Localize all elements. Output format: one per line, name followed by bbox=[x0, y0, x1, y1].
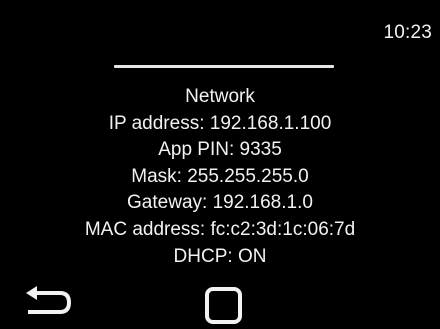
back-button[interactable] bbox=[22, 284, 74, 320]
header-divider bbox=[114, 65, 334, 68]
mac-address-line: MAC address: fc:c2:3d:1c:06:7d bbox=[84, 218, 356, 240]
device-screen: 10:23 Network IP address: 192.168.1.100 … bbox=[0, 0, 440, 329]
home-square-icon bbox=[205, 287, 242, 324]
network-info-panel: Network IP address: 192.168.1.100 App PI… bbox=[0, 84, 440, 270]
home-button[interactable] bbox=[204, 286, 244, 326]
gateway-line: Gateway: 192.168.1.0 bbox=[127, 192, 313, 214]
ip-address-line: IP address: 192.168.1.100 bbox=[108, 112, 332, 134]
back-arrow-icon bbox=[26, 286, 71, 314]
app-pin-line: App PIN: 9335 bbox=[158, 139, 282, 161]
network-title: Network bbox=[185, 86, 255, 107]
dhcp-line: DHCP: ON bbox=[173, 245, 267, 267]
status-time: 10:23 bbox=[383, 22, 432, 43]
mask-line: Mask: 255.255.255.0 bbox=[131, 165, 309, 187]
